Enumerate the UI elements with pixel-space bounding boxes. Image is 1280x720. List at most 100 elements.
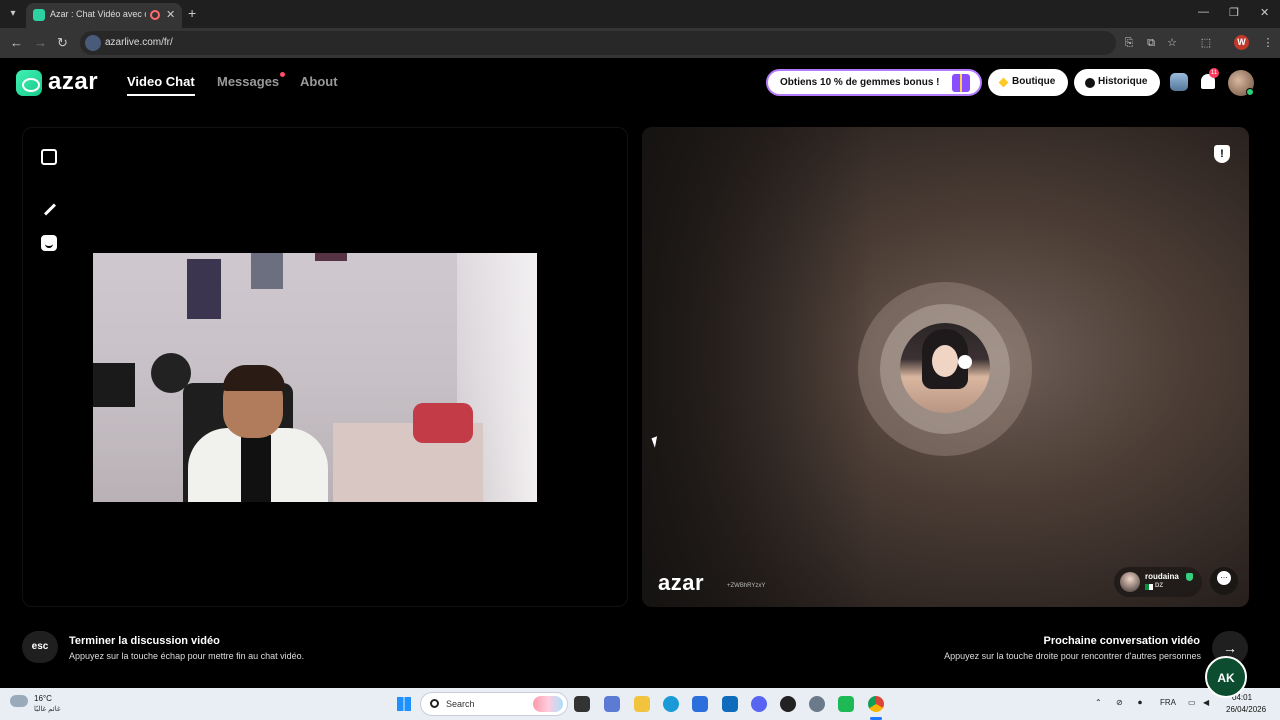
taskbar-date[interactable]: 26/04/2026 [1226,705,1266,714]
camera-person-tee [241,435,271,502]
outlook-app-icon[interactable] [722,696,738,712]
chat-bubble-button[interactable] [1210,567,1238,595]
file-explorer-icon[interactable] [634,696,650,712]
clock-icon [1085,78,1095,88]
end-chat-subtitle: Appuyez sur la touche échap pour mettre … [69,651,305,661]
back-button[interactable]: ← [10,35,23,50]
taskbar-search-box[interactable]: Search [420,692,568,716]
partner-chip-avatar [1120,572,1140,592]
discord-app-icon[interactable] [751,696,767,712]
windows-start-icon[interactable] [397,697,411,711]
azar-logo-text[interactable]: azar [48,68,98,96]
end-chat-esc-button[interactable]: esc [22,631,58,663]
item-store-icon[interactable] [1170,73,1188,91]
online-status-dot [1246,88,1254,96]
tray-microphone-icon[interactable]: ⏺ [1138,698,1142,708]
recording-indicator-icon [150,10,160,20]
tab-close-button[interactable]: ✕ [166,8,175,21]
obs-app-icon[interactable] [780,696,796,712]
new-tab-button[interactable]: + [188,5,196,21]
weather-cloud-icon[interactable] [10,695,28,707]
watermark-id: +ZWBhRYzxY [727,583,766,589]
restore-button[interactable]: ❐ [1229,6,1239,19]
chrome-app-icon[interactable] [868,696,884,712]
camera-poster-3 [315,253,347,261]
camera-tv [93,363,135,407]
tab-search-menu-icon[interactable]: ▾ [4,5,22,23]
camera-poster-2 [251,253,283,289]
magic-wand-effects-icon[interactable] [41,201,57,217]
next-chat-title: Prochaine conversation vidéo [1043,635,1201,647]
browser-profile-avatar[interactable]: W [1234,35,1249,50]
algeria-flag-icon [1145,584,1153,590]
partner-avatar-flower [958,355,972,369]
self-camera-feed [93,253,537,502]
azar-logo-icon[interactable] [16,70,42,96]
tray-volume-icon[interactable]: ◀ [1203,698,1209,707]
weather-description[interactable]: غائم غالبًا [34,705,61,713]
partner-name: roudaina [1145,572,1179,581]
taskbar-search-label: Search [446,699,475,709]
edge-browser-icon[interactable] [663,696,679,712]
partner-avatar-face [932,345,958,377]
tab-title: Azar : Chat Vidéo avec de [50,9,146,19]
app-header: azar Video Chat Messages About Obtiens 1… [0,58,1280,108]
azar-watermark-logo: azar [658,570,705,595]
shop-button[interactable]: Boutique [988,69,1068,96]
site-info-icon[interactable] [85,35,101,51]
ak-channel-badge: AK [1205,656,1247,698]
shop-label: Boutique [1012,76,1056,87]
messages-notification-dot [280,72,285,77]
next-chat-subtitle: Appuyez sur la touche droite pour rencon… [944,651,1201,661]
gem-bonus-promo-button[interactable]: Obtiens 10 % de gemmes bonus ! [766,69,982,96]
widgets-app-icon[interactable] [604,696,620,712]
history-button[interactable]: Historique [1074,69,1160,96]
tray-display-icon[interactable]: ▭ [1188,698,1196,707]
translate-icon[interactable]: ⎘ [1122,36,1136,50]
forward-button[interactable]: → [34,35,47,50]
windows-taskbar: 16°C غائم غالبًا Search ⌃ ⊘ ⏺ FRA ▭ ◀ 04… [0,688,1280,720]
gift-icon [952,74,970,92]
verified-badge-icon [1186,573,1193,581]
settings-gear-icon[interactable] [809,696,825,712]
window-close-button[interactable]: ✕ [1260,6,1269,19]
remote-video-shade [642,127,872,607]
notification-count-badge: 11 [1209,68,1219,78]
url-field[interactable]: azarlive.com/fr/ [80,31,1116,55]
url-text: azarlive.com/fr/ [105,37,173,48]
browser-menu-icon[interactable]: ⋮ [1261,36,1275,50]
language-indicator[interactable]: FRA [1160,698,1176,707]
bookmark-star-icon[interactable]: ☆ [1165,36,1179,50]
tray-expand-icon[interactable]: ⌃ [1095,698,1102,707]
camera-poster [187,259,221,319]
nav-about[interactable]: About [300,74,338,89]
store-app-icon[interactable] [692,696,708,712]
report-shield-icon[interactable]: ! [1214,145,1230,163]
browser-tab-azar[interactable]: Azar : Chat Vidéo avec de ✕ [26,3,182,28]
reload-button[interactable]: ↻ [57,35,68,51]
nav-messages[interactable]: Messages [217,74,279,89]
android-app-icon[interactable] [838,696,854,712]
tray-network-off-icon[interactable]: ⊘ [1116,698,1123,707]
nav-active-underline [127,94,195,96]
camera-person-hair [223,365,285,391]
nav-video-chat[interactable]: Video Chat [127,74,195,89]
gem-icon [998,77,1009,88]
partner-profile-chip[interactable]: roudaina DZ [1114,567,1202,597]
end-chat-title: Terminer la discussion vidéo [69,635,220,647]
camera-pillow [413,403,473,443]
face-filter-icon[interactable] [41,235,57,251]
task-view-icon[interactable] [574,696,590,712]
promo-label: Obtiens 10 % de gemmes bonus ! [780,77,940,88]
partner-profile-image [900,323,990,413]
browser-address-bar: ← → ↻ azarlive.com/fr/ ⎘ ⧉ ☆ ⬚ W ⋮ [0,28,1280,58]
extensions-icon[interactable]: ⬚ [1199,36,1213,50]
weather-temperature[interactable]: 16°C [34,694,52,703]
remote-video-panel: ! azar +ZWBhRYzxY roudaina DZ [642,127,1249,607]
local-video-panel [22,127,628,607]
partner-country: DZ [1155,583,1163,589]
cast-icon[interactable]: ⧉ [1144,36,1158,50]
search-highlight-icon [533,696,563,712]
minimize-button[interactable]: — [1198,6,1209,18]
collapse-view-icon[interactable] [41,149,57,165]
